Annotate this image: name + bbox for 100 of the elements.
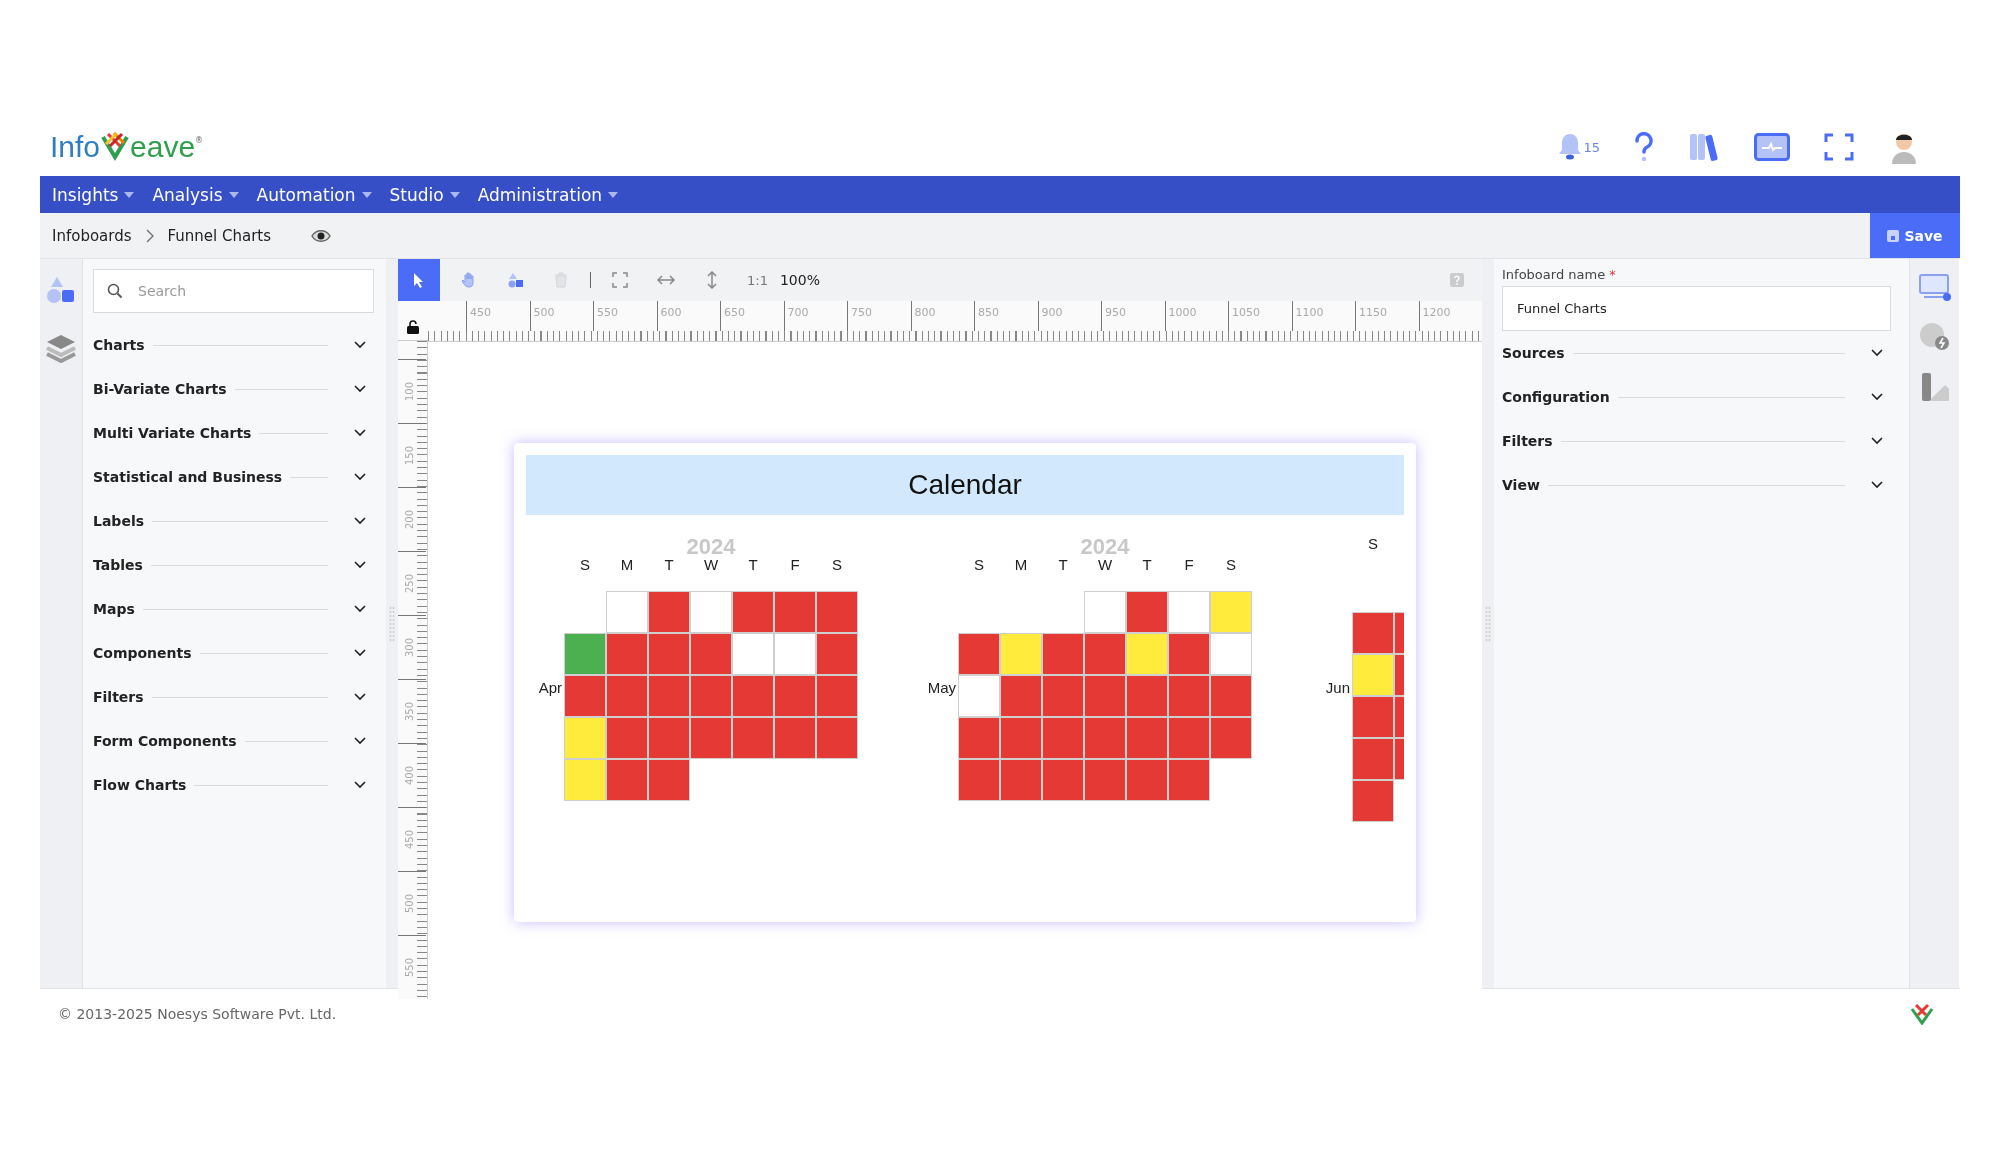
weekday-label: S [973,556,985,573]
chevron-down-icon [1871,393,1883,401]
chevron-down-icon [1871,349,1883,357]
accordion-header[interactable]: Maps [93,587,374,631]
shapes-icon[interactable] [46,275,76,305]
layers-icon[interactable] [45,333,77,363]
weekday-label: M [1013,556,1029,573]
accordion-header[interactable]: Statistical and Business [93,455,374,499]
chevron-down-icon [354,693,366,701]
breadcrumb-link[interactable]: Infoboards [52,226,132,245]
weekday-label: F [789,556,801,573]
breadcrumb-link[interactable]: Funnel Charts [167,226,272,245]
accordion-header[interactable]: Bi-Variate Charts [93,367,374,411]
weave-logo-icon [100,131,131,161]
chevron-down-icon [354,385,366,393]
ruler-label: 700 [786,306,809,319]
ruler-label: 600 [659,306,682,319]
chevron-down-icon [354,429,366,437]
accordion-header[interactable]: Sources [1502,331,1891,375]
fit-screen-icon [612,272,628,288]
ruler-label: 350 [403,700,415,723]
ruler-label: 1200 [1421,306,1451,319]
accordion-header[interactable]: Form Components [93,719,374,763]
caret-icon [449,191,460,198]
ruler-label: 950 [1104,306,1126,319]
chevron-down-icon [354,605,366,613]
accordion-header[interactable]: Charts [93,323,374,367]
nav-menu[interactable]: Analysis [144,176,249,213]
lock-icon[interactable] [406,320,420,334]
chevron-down-icon [354,517,366,525]
field-label: Infoboard name [1502,267,1606,282]
ruler-label: 900 [1040,306,1063,319]
ruler-label: 500 [403,892,415,915]
copyright-text: © 2013-2025 Noesys Software Pvt. Ltd. [58,1006,337,1022]
caret-icon [228,191,239,198]
chevron-down-icon [1871,481,1883,489]
ruler-label: 100 [403,380,415,403]
accordion-header[interactable]: Tables [93,543,374,587]
search-field[interactable]: Search [93,269,374,313]
caret-icon [124,191,135,198]
ruler-label: 1050 [1231,306,1260,319]
accordion-header[interactable]: Flow Charts [93,763,374,807]
ruler-label: 650 [723,306,745,319]
ruler-label: 450 [469,306,491,319]
save-button[interactable]: Save [1870,213,1960,258]
ruler-label: 800 [913,306,936,319]
weave-logo-icon [1910,1003,1934,1025]
actual-size-label[interactable]: 1:1 [747,272,768,288]
logo-text: Info [50,130,101,164]
accordion-header[interactable]: Multi Variate Charts [93,411,374,455]
required-mark: * [1609,267,1616,282]
books-icon[interactable] [1688,132,1720,162]
fullscreen-icon[interactable] [1824,133,1854,161]
ruler-label: 250 [403,572,415,595]
nav-menu[interactable]: Studio [381,176,470,213]
monitor-settings-icon[interactable] [1917,273,1952,303]
monitor-icon[interactable] [1754,133,1790,161]
ruler-label: 750 [850,306,872,319]
weekday-label: T [1057,556,1069,573]
weekday-label: T [1141,556,1153,573]
month-label: Jun [1324,679,1351,696]
accordion-header[interactable]: View [1502,463,1891,507]
zoom-level: 100% [779,272,820,288]
accordion-header[interactable]: Components [93,631,374,675]
ruler-label: 400 [403,764,415,787]
help-icon[interactable] [1634,132,1654,162]
gauge-icon[interactable] [1917,321,1952,353]
ruler-label: 500 [532,306,555,319]
trash-icon [554,272,568,288]
ruler-label: 1000 [1167,306,1197,319]
weekday-label: S [1225,556,1237,573]
accordion-header[interactable]: Configuration [1502,375,1891,419]
drag-handle-icon[interactable] [1485,605,1491,642]
ruler-label: 550 [596,306,618,319]
nav-menu[interactable]: Administration [469,176,629,213]
weekday-label: T [747,556,759,573]
drag-handle-icon[interactable] [389,605,395,642]
chevron-down-icon [354,737,366,745]
logo-text: eave [130,130,196,164]
chart-title: Calendar [526,455,1404,515]
ruler-label: 850 [977,306,999,319]
ruler-label: 1150 [1358,306,1387,319]
nav-menu[interactable]: Insights [44,176,145,213]
weekday-label: T [663,556,675,573]
ruler-label: 1100 [1294,306,1324,319]
month-label: May [926,679,957,696]
pointer-tool-button[interactable] [398,259,440,301]
accordion-header[interactable]: Filters [93,675,374,719]
weekday-label: S [579,556,591,573]
registered-mark: ® [195,136,204,145]
nav-menu[interactable]: Automation [248,176,382,213]
chevron-down-icon [354,341,366,349]
accordion-header[interactable]: Labels [93,499,374,543]
eye-icon[interactable] [311,228,332,243]
accordion-header[interactable]: Filters [1502,419,1891,463]
chevron-down-icon [354,473,366,481]
vertical-arrows-icon [706,271,718,289]
infoboard-name-input[interactable]: Funnel Charts [1502,286,1891,331]
bell-icon[interactable] [1557,132,1584,162]
weekday-label: M [619,556,635,573]
